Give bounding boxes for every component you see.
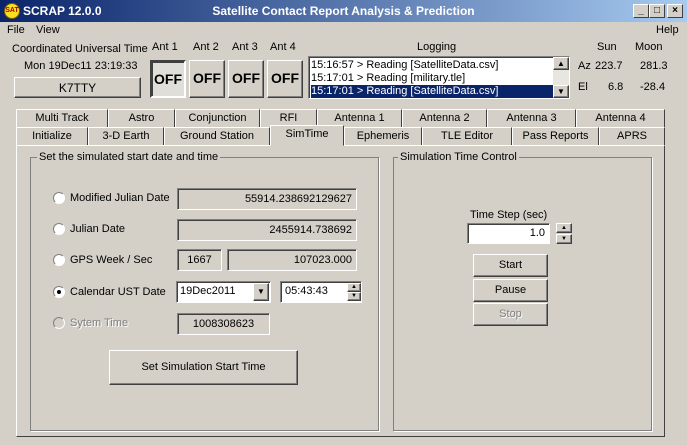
sim-start-title: Set the simulated start date and time (37, 151, 221, 163)
gps-sec-field[interactable]: 107023.000 (227, 249, 357, 271)
gps-week-field[interactable]: 1667 (177, 249, 222, 271)
sun-el: 6.8 (608, 81, 624, 93)
calendar-date-value: 19Dec2011 (180, 285, 236, 297)
calendar-label: Calendar UST Date (70, 286, 166, 298)
ant2-toggle[interactable]: OFF (189, 60, 225, 98)
log-line[interactable]: 15:17:01 > Reading [SatelliteData.csv] (311, 85, 555, 98)
utc-label: Coordinated Universal Time (12, 43, 148, 55)
ant3-toggle[interactable]: OFF (228, 60, 264, 98)
tab-antenna-4[interactable]: Antenna 4 (576, 109, 665, 128)
logging-label: Logging (417, 41, 457, 53)
gps-label: GPS Week / Sec (70, 254, 153, 266)
mjd-radio[interactable] (53, 192, 65, 204)
menu-view[interactable]: View (36, 24, 60, 36)
mjd-field[interactable]: 55914.238692129627 (177, 188, 357, 210)
minimize-icon[interactable]: _ (633, 4, 649, 18)
maximize-icon[interactable]: □ (649, 4, 665, 18)
tab-initialize[interactable]: Initialize (16, 127, 88, 146)
ant4-toggle[interactable]: OFF (267, 60, 303, 98)
system-time-field[interactable]: 1008308623 (177, 313, 270, 335)
calendar-radio[interactable] (53, 286, 65, 298)
calendar-date-picker[interactable]: 19Dec2011 ▼ (176, 281, 271, 303)
stop-button[interactable]: Stop (473, 303, 548, 326)
calendar-time-value: 05:43:43 (285, 285, 328, 297)
ant1-label: Ant 1 (152, 41, 178, 53)
moon-az: 281.3 (640, 60, 668, 72)
logging-list[interactable]: 15:16:57 > Reading [SatelliteData.csv] 1… (308, 56, 570, 99)
close-icon[interactable]: × (667, 4, 683, 18)
system-time-label: Sytem Time (70, 317, 129, 329)
system-time-radio[interactable] (53, 317, 65, 329)
time-step-label: Time Step (sec) (470, 209, 548, 221)
az-label: Az (578, 60, 591, 72)
tab-pass-reports[interactable]: Pass Reports (512, 127, 599, 146)
tab-ephemeris[interactable]: Ephemeris (344, 127, 422, 146)
log-line[interactable]: 15:16:57 > Reading [SatelliteData.csv] (311, 59, 555, 72)
tab-conjunction[interactable]: Conjunction (175, 109, 260, 128)
menu-help[interactable]: Help (656, 24, 679, 36)
time-up-icon[interactable]: ▲ (347, 283, 361, 292)
jd-label: Julian Date (70, 223, 126, 235)
window-title: Satellite Contact Report Analysis & Pred… (212, 4, 475, 18)
ant2-label: Ant 2 (193, 41, 219, 53)
tab-antenna-3[interactable]: Antenna 3 (487, 109, 576, 128)
time-step-field[interactable]: 1.0 (467, 223, 550, 244)
logging-scrollbar[interactable]: ▲ ▼ (553, 57, 569, 98)
tab-ground-station[interactable]: Ground Station (164, 127, 270, 146)
moon-el: -28.4 (640, 81, 666, 93)
tab-astro[interactable]: Astro (108, 109, 175, 128)
start-button[interactable]: Start (473, 254, 548, 277)
tab-antenna-2[interactable]: Antenna 2 (402, 109, 487, 128)
moon-label: Moon (635, 41, 663, 53)
mjd-label: Modified Julian Date (70, 192, 170, 204)
step-up-icon[interactable]: ▲ (556, 223, 572, 233)
calendar-time-field[interactable]: 05:43:43 ▲ ▼ (280, 281, 362, 303)
ant3-label: Ant 3 (232, 41, 258, 53)
el-label: El (578, 81, 588, 93)
sun-az: 223.7 (595, 60, 623, 72)
tab-simtime[interactable]: SimTime (270, 125, 344, 146)
callsign-button[interactable]: K7TTY (14, 77, 141, 98)
tab-tle-editor[interactable]: TLE Editor (422, 127, 512, 146)
tab-multi-track[interactable]: Multi Track (16, 109, 108, 128)
jd-radio[interactable] (53, 223, 65, 235)
menu-file[interactable]: File (7, 24, 25, 36)
ant4-label: Ant 4 (270, 41, 296, 53)
set-start-time-button[interactable]: Set Simulation Start Time (109, 350, 298, 385)
tab-aprs[interactable]: APRS (599, 127, 665, 146)
sim-control-title: Simulation Time Control (398, 151, 519, 163)
log-line[interactable]: 15:17:01 > Reading [military.tle] (311, 72, 555, 85)
gps-radio[interactable] (53, 254, 65, 266)
title-bar[interactable]: SAT SCRAP 12.0.0 Satellite Contact Repor… (0, 0, 687, 22)
pause-button[interactable]: Pause (473, 279, 548, 302)
scroll-down-icon[interactable]: ▼ (553, 85, 569, 98)
time-down-icon[interactable]: ▼ (347, 292, 361, 301)
ant1-toggle[interactable]: OFF (150, 60, 186, 98)
chevron-down-icon[interactable]: ▼ (253, 283, 269, 301)
scroll-up-icon[interactable]: ▲ (553, 57, 569, 70)
sun-label: Sun (597, 41, 617, 53)
utc-value: Mon 19Dec11 23:19:33 (24, 60, 138, 72)
tab-3d-earth[interactable]: 3-D Earth (88, 127, 164, 146)
jd-field[interactable]: 2455914.738692 (177, 219, 357, 241)
step-down-icon[interactable]: ▼ (556, 234, 572, 244)
